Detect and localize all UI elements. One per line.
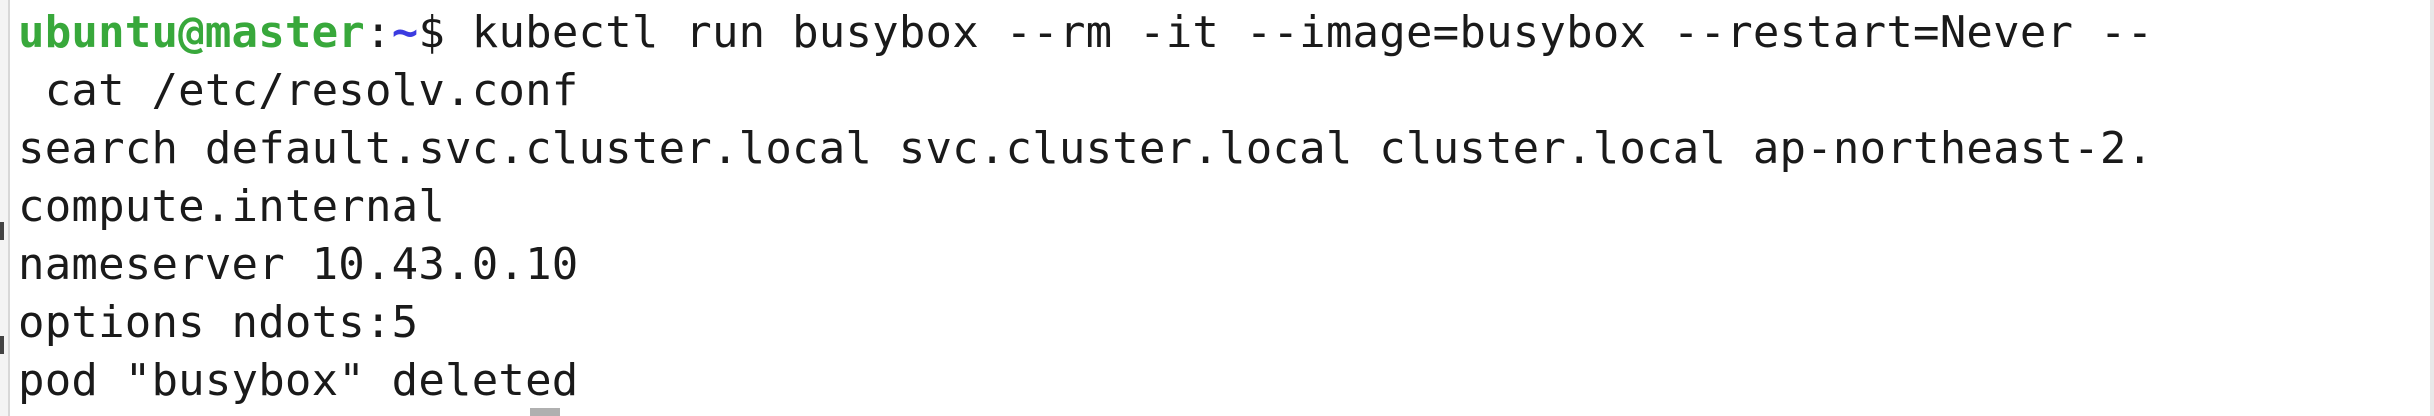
scrollbar-track[interactable]: [2430, 0, 2434, 416]
output-line: search default.svc.cluster.local svc.clu…: [18, 123, 2154, 174]
prompt-user-host: ubuntu@master: [18, 7, 365, 58]
terminal-window[interactable]: ubuntu@master:~$ kubectl run busybox --r…: [0, 0, 2434, 416]
text-cursor: [530, 408, 560, 416]
command-line: ubuntu@master:~$ kubectl run busybox --r…: [18, 4, 2153, 62]
output-line: nameserver 10.43.0.10: [18, 239, 579, 290]
output-line: compute.internal: [18, 181, 446, 232]
side-marker: [0, 336, 4, 354]
prompt-path: ~: [391, 7, 419, 58]
output-line: options ndots:5: [18, 297, 419, 348]
command-continuation: cat /etc/resolv.conf: [18, 65, 579, 116]
prompt-symbol: $: [418, 7, 472, 58]
command-text: kubectl run busybox --rm -it --image=bus…: [471, 7, 2154, 58]
prompt-separator: :: [364, 7, 392, 58]
output-line: pod "busybox" deleted: [18, 355, 579, 406]
side-marker: [0, 222, 4, 240]
